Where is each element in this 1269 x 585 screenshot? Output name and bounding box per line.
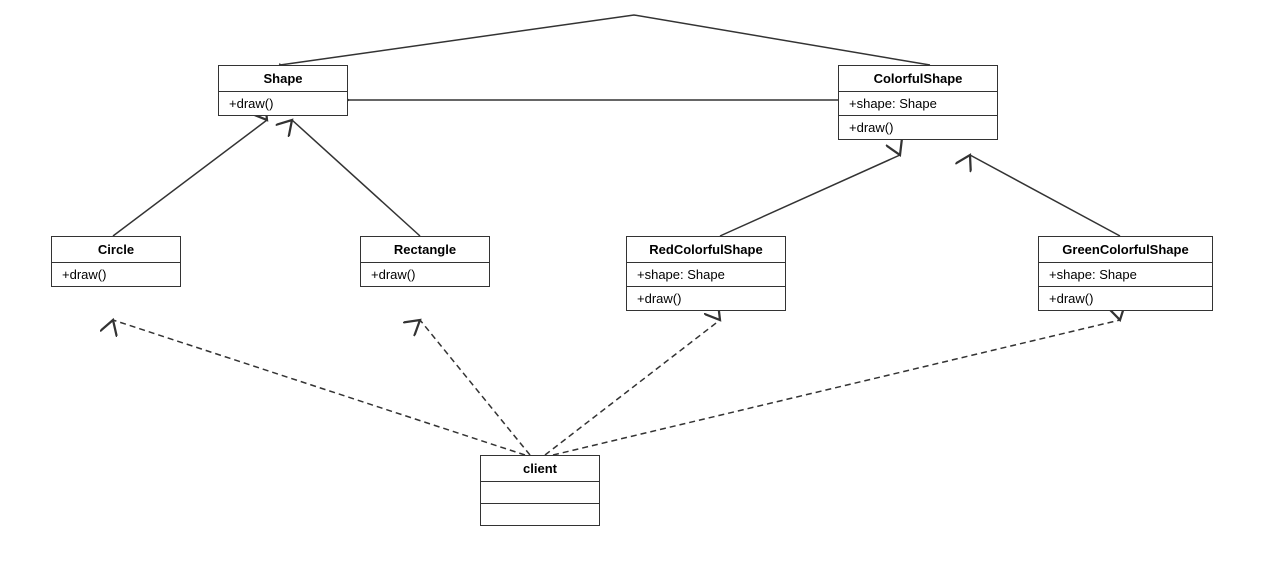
green-colorful-shape-draw-method: +draw()	[1039, 287, 1212, 310]
rectangle-class-name: Rectangle	[361, 237, 489, 263]
red-colorful-shape-class-name: RedColorfulShape	[627, 237, 785, 263]
circle-draw-method: +draw()	[52, 263, 180, 286]
shape-class-name: Shape	[219, 66, 347, 92]
colorful-shape-class: ColorfulShape +shape: Shape +draw()	[838, 65, 998, 140]
red-colorful-shape-attr: +shape: Shape	[627, 263, 785, 287]
green-colorful-shape-class: GreenColorfulShape +shape: Shape +draw()	[1038, 236, 1213, 311]
uml-diagram: Shape +draw() ColorfulShape +shape: Shap…	[0, 0, 1269, 585]
client-class: client	[480, 455, 600, 526]
client-line1	[481, 482, 599, 504]
colorful-shape-draw-method: +draw()	[839, 116, 997, 139]
rectangle-class: Rectangle +draw()	[360, 236, 490, 287]
green-colorful-shape-class-name: GreenColorfulShape	[1039, 237, 1212, 263]
red-colorful-shape-class: RedColorfulShape +shape: Shape +draw()	[626, 236, 786, 311]
rectangle-draw-method: +draw()	[361, 263, 489, 286]
shape-draw-method: +draw()	[219, 92, 347, 115]
circle-class-name: Circle	[52, 237, 180, 263]
shape-class: Shape +draw()	[218, 65, 348, 116]
green-colorful-shape-attr: +shape: Shape	[1039, 263, 1212, 287]
client-line2	[481, 504, 599, 525]
client-class-name: client	[481, 456, 599, 482]
colorful-shape-attr: +shape: Shape	[839, 92, 997, 116]
colorful-shape-class-name: ColorfulShape	[839, 66, 997, 92]
circle-class: Circle +draw()	[51, 236, 181, 287]
red-colorful-shape-draw-method: +draw()	[627, 287, 785, 310]
